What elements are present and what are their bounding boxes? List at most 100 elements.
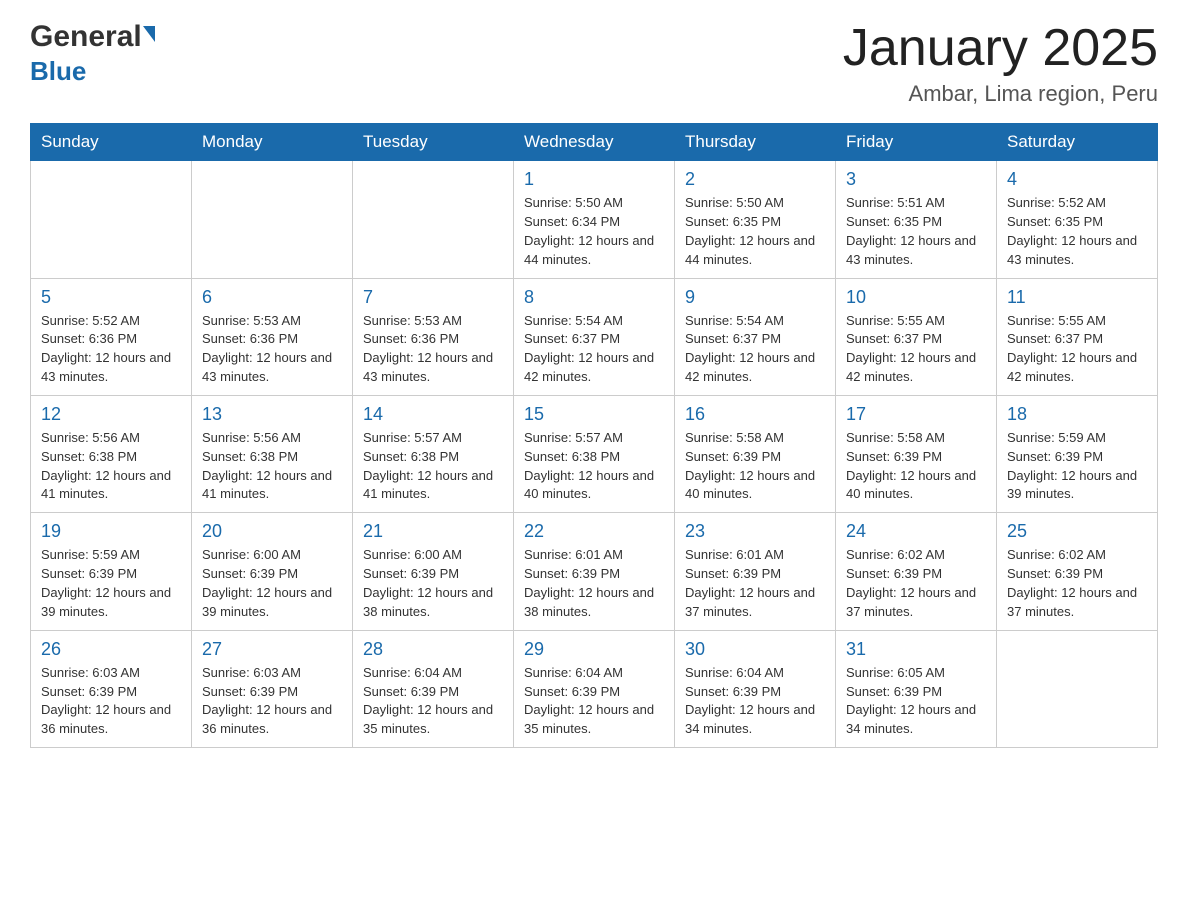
calendar-cell: 4 Sunrise: 5:52 AMSunset: 6:35 PMDaylight… — [997, 161, 1158, 278]
title-section: January 2025 Ambar, Lima region, Peru — [843, 20, 1158, 107]
header-day-friday: Friday — [836, 124, 997, 161]
day-number: 20 — [202, 521, 342, 542]
day-info: Sunrise: 5:57 AMSunset: 6:38 PMDaylight:… — [524, 429, 664, 504]
day-number: 12 — [41, 404, 181, 425]
calendar-cell: 1Sunrise: 5:50 AMSunset: 6:34 PMDaylight… — [514, 161, 675, 278]
calendar-cell: 6Sunrise: 5:53 AMSunset: 6:36 PMDaylight… — [192, 278, 353, 395]
day-info: Sunrise: 5:53 AMSunset: 6:36 PMDaylight:… — [363, 312, 503, 387]
calendar-subtitle: Ambar, Lima region, Peru — [843, 81, 1158, 107]
day-number: 19 — [41, 521, 181, 542]
day-info: Sunrise: 5:53 AMSunset: 6:36 PMDaylight:… — [202, 312, 342, 387]
day-number: 7 — [363, 287, 503, 308]
day-info: Sunrise: 6:04 AMSunset: 6:39 PMDaylight:… — [685, 664, 825, 739]
day-number: 15 — [524, 404, 664, 425]
calendar-cell: 2 Sunrise: 5:50 AMSunset: 6:35 PMDaylight… — [675, 161, 836, 278]
day-info: Sunrise: 5:50 AMSunset: 6:34 PMDaylight:… — [524, 194, 664, 269]
calendar-cell: 10 Sunrise: 5:55 AMSunset: 6:37 PMDayligh… — [836, 278, 997, 395]
calendar-cell: 23Sunrise: 6:01 AMSunset: 6:39 PMDayligh… — [675, 513, 836, 630]
day-info: Sunrise: 5:56 AMSunset: 6:38 PMDaylight:… — [202, 429, 342, 504]
week-row-3: 19 Sunrise: 5:59 AMSunset: 6:39 PMDayligh… — [31, 513, 1158, 630]
day-number: 4 — [1007, 169, 1147, 190]
calendar-cell: 13Sunrise: 5:56 AMSunset: 6:38 PMDayligh… — [192, 395, 353, 512]
day-number: 24 — [846, 521, 986, 542]
day-info: Sunrise: 5:52 AMSunset: 6:35 PMDaylight:… — [1007, 194, 1147, 269]
header-day-sunday: Sunday — [31, 124, 192, 161]
calendar-cell: 16 Sunrise: 5:58 AMSunset: 6:39 PMDayligh… — [675, 395, 836, 512]
header-row: SundayMondayTuesdayWednesdayThursdayFrid… — [31, 124, 1158, 161]
day-info: Sunrise: 6:01 AMSunset: 6:39 PMDaylight:… — [685, 546, 825, 621]
calendar-header: SundayMondayTuesdayWednesdayThursdayFrid… — [31, 124, 1158, 161]
calendar-cell: 29 Sunrise: 6:04 AMSunset: 6:39 PMDayligh… — [514, 630, 675, 747]
logo-triangle-icon — [143, 26, 155, 42]
header-day-thursday: Thursday — [675, 124, 836, 161]
calendar-cell: 21Sunrise: 6:00 AMSunset: 6:39 PMDayligh… — [353, 513, 514, 630]
calendar-cell: 30 Sunrise: 6:04 AMSunset: 6:39 PMDayligh… — [675, 630, 836, 747]
day-info: Sunrise: 6:02 AMSunset: 6:39 PMDaylight:… — [846, 546, 986, 621]
day-number: 27 — [202, 639, 342, 660]
week-row-1: 5Sunrise: 5:52 AMSunset: 6:36 PMDaylight… — [31, 278, 1158, 395]
calendar-cell: 31Sunrise: 6:05 AMSunset: 6:39 PMDayligh… — [836, 630, 997, 747]
day-number: 31 — [846, 639, 986, 660]
day-info: Sunrise: 6:01 AMSunset: 6:39 PMDaylight:… — [524, 546, 664, 621]
calendar-cell: 26Sunrise: 6:03 AMSunset: 6:39 PMDayligh… — [31, 630, 192, 747]
day-info: Sunrise: 5:54 AMSunset: 6:37 PMDaylight:… — [524, 312, 664, 387]
day-number: 2 — [685, 169, 825, 190]
day-info: Sunrise: 6:04 AMSunset: 6:39 PMDaylight:… — [524, 664, 664, 739]
logo-blue-text: Blue — [30, 56, 86, 86]
day-info: Sunrise: 5:55 AMSunset: 6:37 PMDaylight:… — [846, 312, 986, 387]
calendar-cell: 12 Sunrise: 5:56 AMSunset: 6:38 PMDayligh… — [31, 395, 192, 512]
calendar-cell — [31, 161, 192, 278]
calendar-cell: 5Sunrise: 5:52 AMSunset: 6:36 PMDaylight… — [31, 278, 192, 395]
calendar-cell: 28Sunrise: 6:04 AMSunset: 6:39 PMDayligh… — [353, 630, 514, 747]
calendar-cell: 9 Sunrise: 5:54 AMSunset: 6:37 PMDaylight… — [675, 278, 836, 395]
calendar-body: 1Sunrise: 5:50 AMSunset: 6:34 PMDaylight… — [31, 161, 1158, 748]
day-info: Sunrise: 5:51 AMSunset: 6:35 PMDaylight:… — [846, 194, 986, 269]
calendar-cell: 24 Sunrise: 6:02 AMSunset: 6:39 PMDayligh… — [836, 513, 997, 630]
day-number: 16 — [685, 404, 825, 425]
calendar-cell — [353, 161, 514, 278]
week-row-4: 26 Sunrise: 6:03 AMSunset: 6:39 PMDayligh… — [31, 630, 1158, 747]
calendar-cell: 3Sunrise: 5:51 AMSunset: 6:35 PMDaylight… — [836, 161, 997, 278]
day-info: Sunrise: 5:58 AMSunset: 6:39 PMDaylight:… — [846, 429, 986, 504]
calendar-cell — [192, 161, 353, 278]
calendar-cell: 14Sunrise: 5:57 AMSunset: 6:38 PMDayligh… — [353, 395, 514, 512]
day-number: 30 — [685, 639, 825, 660]
calendar-cell: 27 Sunrise: 6:03 AMSunset: 6:39 PMDayligh… — [192, 630, 353, 747]
day-number: 17 — [846, 404, 986, 425]
header-day-tuesday: Tuesday — [353, 124, 514, 161]
day-info: Sunrise: 5:54 AMSunset: 6:37 PMDaylight:… — [685, 312, 825, 387]
day-number: 5 — [41, 287, 181, 308]
day-info: Sunrise: 6:00 AMSunset: 6:39 PMDaylight:… — [202, 546, 342, 621]
day-info: Sunrise: 6:02 AMSunset: 6:39 PMDaylight:… — [1007, 546, 1147, 621]
day-number: 22 — [524, 521, 664, 542]
calendar-title: January 2025 — [843, 20, 1158, 77]
day-number: 8 — [524, 287, 664, 308]
day-number: 26 — [41, 639, 181, 660]
calendar-table: SundayMondayTuesdayWednesdayThursdayFrid… — [30, 123, 1158, 748]
header-day-monday: Monday — [192, 124, 353, 161]
header-day-wednesday: Wednesday — [514, 124, 675, 161]
day-number: 11 — [1007, 287, 1147, 308]
day-info: Sunrise: 6:04 AMSunset: 6:39 PMDaylight:… — [363, 664, 503, 739]
day-info: Sunrise: 5:55 AMSunset: 6:37 PMDaylight:… — [1007, 312, 1147, 387]
day-number: 29 — [524, 639, 664, 660]
day-number: 18 — [1007, 404, 1147, 425]
calendar-cell: 18 Sunrise: 5:59 AMSunset: 6:39 PMDayligh… — [997, 395, 1158, 512]
calendar-cell: 8 Sunrise: 5:54 AMSunset: 6:37 PMDaylight… — [514, 278, 675, 395]
day-number: 9 — [685, 287, 825, 308]
day-number: 10 — [846, 287, 986, 308]
day-info: Sunrise: 6:03 AMSunset: 6:39 PMDaylight:… — [202, 664, 342, 739]
day-info: Sunrise: 5:57 AMSunset: 6:38 PMDaylight:… — [363, 429, 503, 504]
logo: General Blue — [30, 20, 155, 87]
day-info: Sunrise: 5:59 AMSunset: 6:39 PMDaylight:… — [1007, 429, 1147, 504]
calendar-cell — [997, 630, 1158, 747]
day-info: Sunrise: 5:56 AMSunset: 6:38 PMDaylight:… — [41, 429, 181, 504]
day-info: Sunrise: 5:58 AMSunset: 6:39 PMDaylight:… — [685, 429, 825, 504]
day-info: Sunrise: 6:00 AMSunset: 6:39 PMDaylight:… — [363, 546, 503, 621]
day-info: Sunrise: 5:59 AMSunset: 6:39 PMDaylight:… — [41, 546, 181, 621]
day-number: 25 — [1007, 521, 1147, 542]
calendar-cell: 25 Sunrise: 6:02 AMSunset: 6:39 PMDayligh… — [997, 513, 1158, 630]
week-row-2: 12 Sunrise: 5:56 AMSunset: 6:38 PMDayligh… — [31, 395, 1158, 512]
calendar-cell: 20 Sunrise: 6:00 AMSunset: 6:39 PMDayligh… — [192, 513, 353, 630]
day-info: Sunrise: 5:50 AMSunset: 6:35 PMDaylight:… — [685, 194, 825, 269]
